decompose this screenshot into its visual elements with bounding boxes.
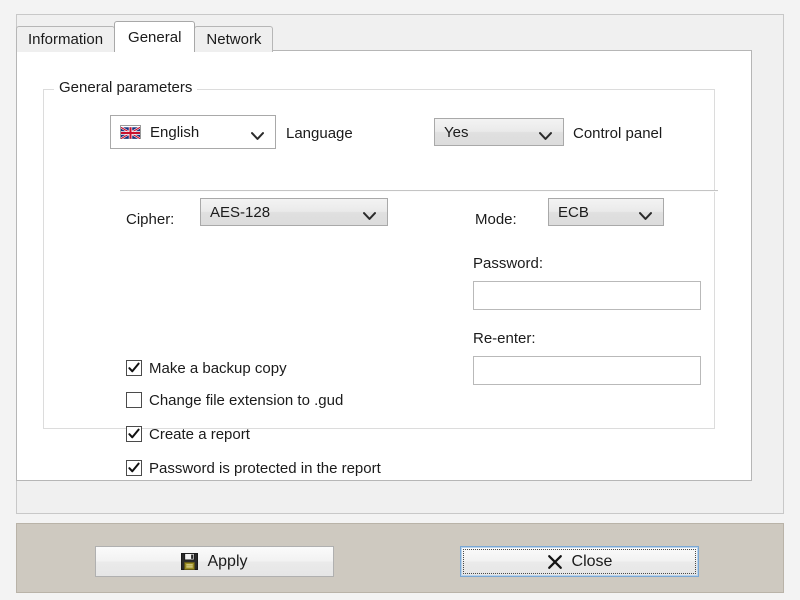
cipher-select-value: AES-128 (210, 204, 270, 221)
chevron-down-icon (639, 208, 652, 217)
checkbox-create-a-report[interactable]: Create a report (126, 426, 250, 442)
close-button-label: Close (572, 554, 613, 570)
dialog-window: Information General Network General para… (0, 0, 800, 600)
language-select[interactable]: English (110, 115, 276, 149)
tab-network-label: Network (206, 32, 261, 47)
checkbox-make-backup-copy[interactable]: Make a backup copy (126, 360, 287, 376)
tab-network[interactable]: Network (194, 26, 273, 52)
apply-button-label: Apply (207, 554, 247, 570)
checkbox-change-file-extension-label: Change file extension to .gud (149, 393, 343, 408)
section-divider (120, 190, 718, 192)
chevron-down-icon (251, 128, 264, 137)
checkbox-checked-icon (126, 426, 142, 442)
cipher-label: Cipher: (126, 212, 174, 227)
floppy-disk-save-icon (181, 553, 198, 570)
checkbox-make-backup-copy-label: Make a backup copy (149, 361, 287, 376)
checkbox-password-protected-in-report-label: Password is protected in the report (149, 461, 381, 476)
mode-select[interactable]: ECB (548, 198, 664, 226)
dialog-button-bar: Apply Close (16, 523, 784, 593)
password-label: Password: (473, 256, 543, 271)
checkbox-create-a-report-label: Create a report (149, 427, 250, 442)
checkbox-password-protected-in-report[interactable]: Password is protected in the report (126, 460, 381, 476)
cipher-select[interactable]: AES-128 (200, 198, 388, 226)
checkbox-checked-icon (126, 360, 142, 376)
apply-button[interactable]: Apply (95, 546, 334, 577)
control-panel-label: Control panel (573, 126, 662, 141)
language-select-value: English (150, 124, 199, 141)
chevron-down-icon (363, 208, 376, 217)
uk-flag-icon (120, 125, 141, 139)
mode-select-value: ECB (558, 204, 589, 221)
reenter-input[interactable] (473, 356, 701, 385)
tab-strip: Information General Network (16, 22, 272, 52)
tab-general-label: General (128, 30, 181, 45)
language-label: Language (286, 126, 353, 141)
control-panel-select[interactable]: Yes (434, 118, 564, 146)
tab-general[interactable]: General (114, 21, 195, 52)
checkbox-unchecked-icon (126, 392, 142, 408)
groupbox-legend: General parameters (54, 79, 197, 96)
tab-information[interactable]: Information (16, 26, 115, 52)
tab-page-general: General parameters English (16, 50, 752, 481)
chevron-down-icon (539, 128, 552, 137)
mode-label: Mode: (475, 212, 517, 227)
general-parameters-groupbox: General parameters English (43, 89, 715, 429)
control-panel-select-value: Yes (444, 124, 468, 141)
checkbox-checked-icon (126, 460, 142, 476)
x-close-icon (547, 554, 563, 570)
password-input[interactable] (473, 281, 701, 310)
tab-information-label: Information (28, 32, 103, 47)
close-button[interactable]: Close (460, 546, 699, 577)
reenter-label: Re-enter: (473, 331, 536, 346)
checkbox-change-file-extension[interactable]: Change file extension to .gud (126, 392, 343, 408)
